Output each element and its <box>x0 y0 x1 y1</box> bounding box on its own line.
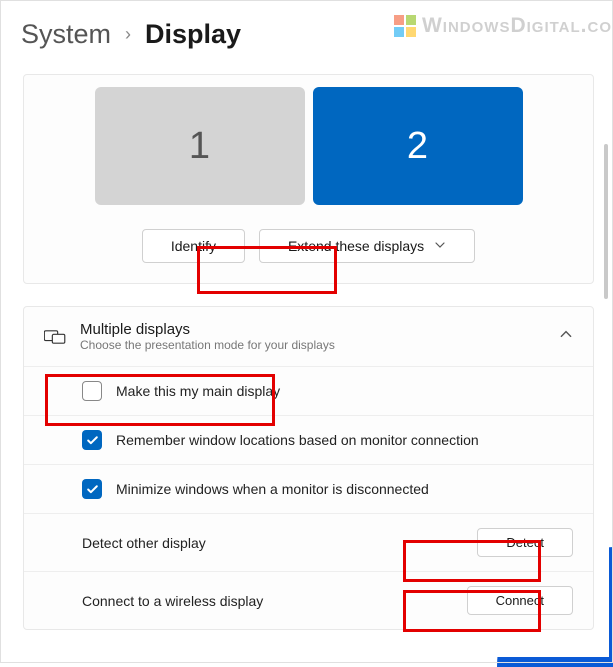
checkbox-main-display[interactable] <box>82 381 102 401</box>
section-subtitle: Choose the presentation mode for your di… <box>80 338 543 352</box>
monitor-2[interactable]: 2 <box>313 87 523 205</box>
connect-label: Connect to a wireless display <box>82 593 263 609</box>
monitor-1-label: 1 <box>189 125 210 168</box>
display-mode-select[interactable]: Extend these displays <box>259 229 475 263</box>
row-connect: Connect to a wireless display Connect <box>24 571 593 629</box>
chevron-down-icon <box>434 238 446 254</box>
displays-icon <box>44 329 64 345</box>
monitor-2-label: 2 <box>407 125 428 168</box>
display-mode-label: Extend these displays <box>288 238 424 254</box>
monitor-1[interactable]: 1 <box>95 87 305 205</box>
detect-button-label: Detect <box>506 535 544 550</box>
detect-label: Detect other display <box>82 535 206 551</box>
checkbox-minimize[interactable] <box>82 479 102 499</box>
minimize-label: Minimize windows when a monitor is disco… <box>116 481 429 497</box>
connect-button[interactable]: Connect <box>467 586 573 615</box>
row-remember-locations[interactable]: Remember window locations based on monit… <box>24 415 593 464</box>
checkbox-remember[interactable] <box>82 430 102 450</box>
main-display-label: Make this my main display <box>116 383 280 399</box>
remember-label: Remember window locations based on monit… <box>116 432 479 448</box>
page-title: Display <box>145 19 241 50</box>
multiple-displays-section: Multiple displays Choose the presentatio… <box>23 306 594 630</box>
row-detect: Detect other display Detect <box>24 513 593 571</box>
display-arrangement-panel: 1 2 Identify Extend these displays <box>23 74 594 284</box>
scrollbar[interactable] <box>604 144 608 299</box>
detect-button[interactable]: Detect <box>477 528 573 557</box>
connect-button-label: Connect <box>496 593 544 608</box>
identify-button[interactable]: Identify <box>142 229 245 263</box>
row-main-display[interactable]: Make this my main display <box>24 366 593 415</box>
breadcrumb-parent[interactable]: System <box>21 19 111 50</box>
chevron-right-icon: › <box>125 24 131 45</box>
chevron-up-icon <box>559 327 573 346</box>
breadcrumb: System › Display <box>1 1 612 74</box>
identify-button-label: Identify <box>171 238 216 254</box>
row-minimize-disconnect[interactable]: Minimize windows when a monitor is disco… <box>24 464 593 513</box>
multiple-displays-header[interactable]: Multiple displays Choose the presentatio… <box>24 307 593 366</box>
section-title: Multiple displays <box>80 321 543 338</box>
